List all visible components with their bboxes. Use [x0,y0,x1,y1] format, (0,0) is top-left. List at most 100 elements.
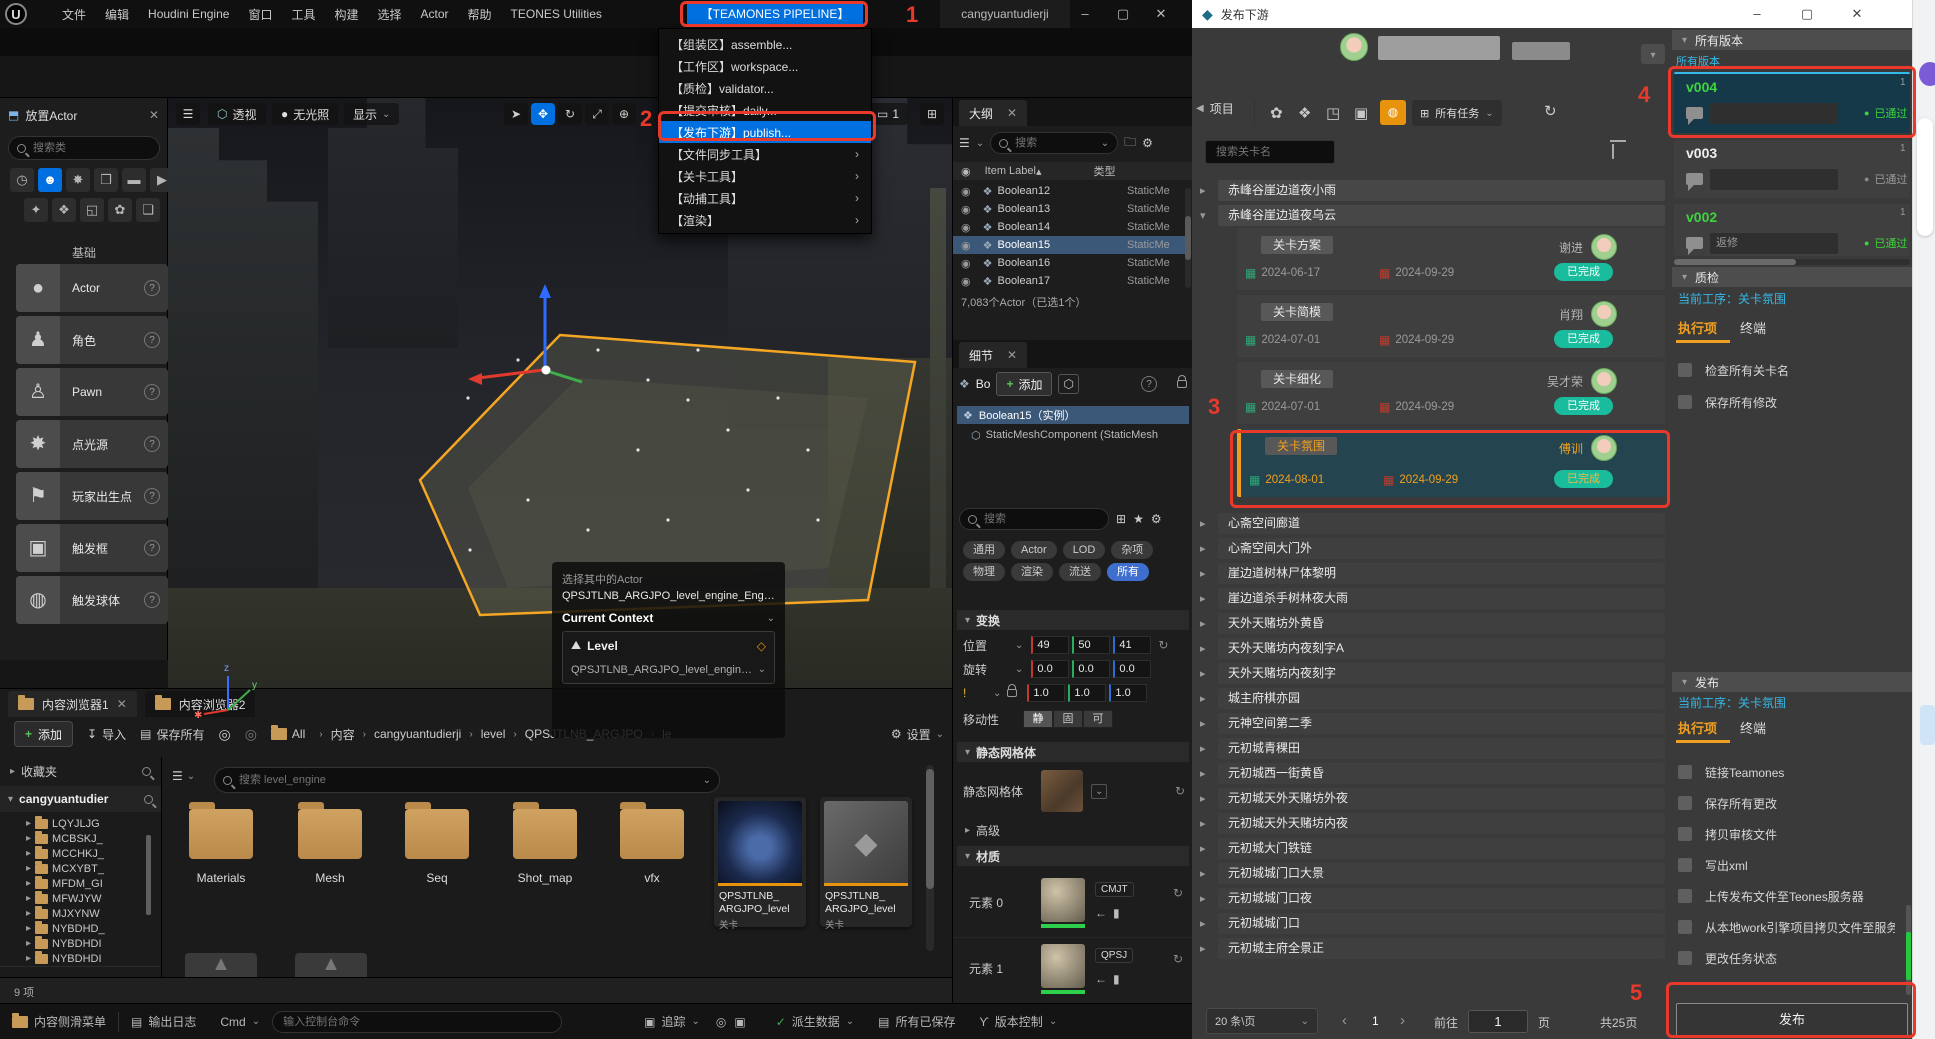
revision-control-dropdown[interactable]: Ƴ版本控制⌄ [968,1004,1070,1039]
publish-check-item[interactable]: 写出xml [1678,855,1904,875]
eye-icon[interactable]: ◉ [961,275,971,288]
publish-check-item[interactable]: 拷贝审核文件 [1678,824,1904,844]
help-icon[interactable]: ? [144,592,160,608]
cb-search[interactable]: ⌄ [214,767,720,793]
console-input[interactable] [281,1015,553,1029]
category-pill[interactable]: 通用 [963,541,1005,559]
version-card[interactable]: v003 1 ●已通过 [1674,140,1910,198]
all-saved-button[interactable]: ▤所有已保存 [866,1004,967,1039]
transform-section-header[interactable]: ▾变换 [957,610,1189,630]
folder-tile[interactable] [298,809,362,859]
outliner-row[interactable]: ◉ ❖ Boolean12 StaticMe [953,182,1187,200]
material-asset-chip[interactable]: CMJT [1095,882,1134,897]
menu-item[interactable]: 编辑 [105,6,129,23]
lock-icon[interactable] [1177,380,1187,388]
import-button[interactable]: ↧导入 [87,726,126,743]
category-pill[interactable]: LOD [1063,541,1106,559]
component-root-row[interactable]: ❖ Boolean15（实例） [957,406,1189,424]
level-group-row[interactable]: ▾ 赤峰谷崖边道夜乌云 [1200,205,1665,226]
new-folder-icon[interactable]: 🗀 [1124,133,1136,154]
level-row[interactable]: ▸ 元初城大门铁链 [1200,838,1665,859]
checkbox[interactable] [1678,796,1692,810]
tree-folder-row[interactable]: ▸MCCHKJ_ [26,846,161,861]
level-row[interactable]: ▸ 元神空间第二季 [1200,713,1665,734]
pipeline-menu-item[interactable]: 【文件同步工具】 › [659,143,871,165]
tree-folder-row[interactable]: ▸NYBDHDI [26,936,161,951]
category-pill[interactable]: 杂项 [1111,541,1153,559]
rot-z-field[interactable]: 0.0 [1113,660,1151,678]
place-actor-search-input[interactable] [31,141,151,155]
eye-icon[interactable]: ◉ [961,185,971,198]
level-row[interactable]: ▸ 元初城城门口大景 [1200,863,1665,884]
lights-category-icon[interactable]: ✸ [66,168,90,192]
filter-icon[interactable]: ☰ [959,136,970,150]
help-icon[interactable]: ? [144,488,160,504]
folder-tile[interactable] [513,809,577,859]
mobility-stationary-button[interactable]: 固 [1053,710,1083,728]
gear-icon[interactable]: ⚙ [1151,512,1162,526]
level-row[interactable]: ▸ 天外天赌坊内夜刻字A [1200,638,1665,659]
cmd-dropdown[interactable]: Cmd⌄ [208,1004,272,1039]
pub-close-button[interactable]: ✕ [1837,0,1877,28]
browse-icon[interactable]: ▮ [1113,972,1120,986]
qc-check-item[interactable]: 检查所有关卡名 [1678,360,1908,380]
close-icon[interactable]: ✕ [1007,348,1017,362]
pipeline-menu-item[interactable]: 【质检】validator... › [659,77,871,99]
menu-item[interactable]: 文件 [62,6,86,23]
cb-scrollbar[interactable] [926,765,934,951]
place-actor-item[interactable]: ♙ Pawn ? [16,368,168,416]
all-category-icon[interactable]: ❏ [136,198,160,222]
user-dropdown-button[interactable]: ▾ [1641,44,1665,64]
category-pill[interactable]: 所有 [1107,563,1149,581]
level-row[interactable]: ▸ 崖边道树林尸体黎明 [1200,563,1665,584]
publish-check-item[interactable]: 链接Teamones [1678,762,1904,782]
reset-icon[interactable]: ↻ [1173,952,1183,966]
menu-item[interactable]: Houdini Engine [148,7,229,21]
add-button[interactable]: +添加 [14,721,73,747]
outliner-row[interactable]: ◉ ❖ Boolean15 StaticMe [953,236,1187,254]
checkbox[interactable] [1678,858,1692,872]
publish-button[interactable]: 发布 [1676,1003,1908,1037]
next-page-button[interactable]: › [1400,1012,1405,1029]
level-row[interactable]: ▸ 心斋空间廊道 [1200,513,1665,534]
menu-item[interactable]: 窗口 [248,6,272,23]
level-row[interactable]: ▸ 心斋空间大门外 [1200,538,1665,559]
tree-folder-row[interactable]: ▸MJXYNW [26,906,161,921]
tree-folder-row[interactable]: ▸MCXYBT_ [26,861,161,876]
pos-z-field[interactable]: 41 [1113,636,1151,654]
blueprint-edit-icon[interactable]: ⬡ [1058,374,1078,394]
all-tasks-dropdown[interactable]: ⊞ 所有任务 ⌄ [1412,100,1502,126]
scale-z-field[interactable]: 1.0 [1109,684,1147,702]
rot-y-field[interactable]: 0.0 [1072,660,1110,678]
scale-lock-icon[interactable] [1007,689,1017,697]
volumes-category-icon[interactable]: ◱ [80,198,104,222]
details-search[interactable] [959,508,1109,530]
tab-details[interactable]: 细节✕ [959,342,1027,368]
outliner-search[interactable]: ⌄ [990,132,1118,154]
search-icon[interactable] [142,767,151,776]
tab-outliner[interactable]: 大纲✕ [959,100,1027,126]
screenshot-icon[interactable]: ▣ [730,1004,749,1039]
level-row[interactable]: ▸ 元初城西一街黄昏 [1200,763,1665,784]
search-icon[interactable] [144,795,153,804]
place-actor-search[interactable] [8,136,160,160]
place-actor-item[interactable]: ✸ 点光源 ? [16,420,168,468]
snap-grid-icon[interactable]: ⊕ [612,103,636,125]
plugin-icon[interactable]: ◳ [1326,104,1340,122]
qc-tab-actions[interactable]: 执行项 [1678,318,1717,337]
publish-check-item[interactable]: 更改任务状态 [1678,948,1904,968]
level-row[interactable]: ▸ 元初城主府全景正 [1200,938,1665,959]
project-root-row[interactable]: ▾cangyuantudier [0,786,161,812]
menu-item[interactable]: 构建 [334,6,358,23]
basic-category-icon[interactable]: ☻ [38,168,62,192]
checkbox[interactable] [1678,363,1692,377]
mobility-static-button[interactable]: 静 [1023,710,1053,728]
outliner-scrollbar[interactable] [1185,188,1191,288]
tree-folder-row[interactable]: ▸NYBDHDI [26,951,161,966]
layers-icon[interactable]: ❖ [1298,104,1311,122]
ue-close-button[interactable]: ✕ [1144,0,1178,28]
gear-icon[interactable]: ⚙ [1142,136,1153,150]
ue-maximize-button[interactable]: ▢ [1106,0,1140,28]
camera-speed-button[interactable]: ▭1 [868,103,908,125]
quad-view-icon[interactable]: ⊞ [920,103,944,125]
